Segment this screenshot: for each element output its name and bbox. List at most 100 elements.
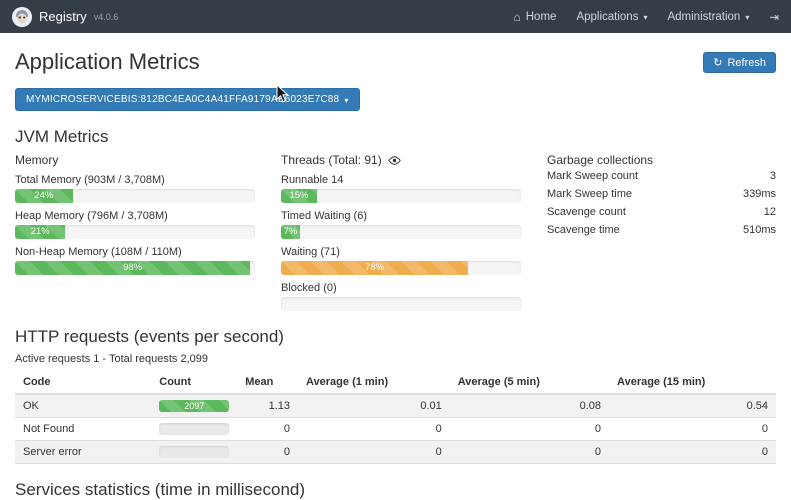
table-header-row: Code Count Mean Average (1 min) Average … [15, 371, 776, 394]
gc-label: Mark Sweep count [547, 170, 638, 182]
avg15-cell: 0 [609, 441, 776, 464]
sign-out-icon[interactable]: ⇥ [769, 10, 779, 24]
table-row: Not Found 0 0 0 0 [15, 418, 776, 441]
progress-fill: 2097 [159, 400, 229, 412]
progress-track: 21% [15, 225, 255, 239]
table-row: OK 2097 1.13 0.01 0.08 0.54 [15, 394, 776, 418]
progress-track [281, 297, 521, 311]
services-statistics-title: Services statistics (time in millisecond… [15, 480, 776, 500]
progress-fill: 78% [281, 261, 468, 275]
metric-nonheap-memory: Non-Heap Memory (108M / 110M) 98% [15, 246, 255, 275]
registry-metrics-screen: Registry v4.0.6 ⌂ Home Applications ▾ Ad… [0, 0, 791, 500]
metric-timed-waiting: Timed Waiting (6) 7% [281, 210, 521, 239]
metric-label: Non-Heap Memory (108M / 110M) [15, 246, 255, 258]
nav-home[interactable]: ⌂ Home [514, 10, 557, 24]
progress-track: 24% [15, 189, 255, 203]
metric-label: Timed Waiting (6) [281, 210, 521, 222]
metric-label: Heap Memory (796M / 3,708M) [15, 210, 255, 222]
navbar-menu: ⌂ Home Applications ▾ Administration ▾ ⇥ [514, 10, 780, 24]
progress-track: 15% [281, 189, 521, 203]
avg15-cell: 0 [609, 418, 776, 441]
eye-icon[interactable] [388, 156, 401, 165]
brand-link[interactable]: Registry v4.0.6 [12, 7, 118, 27]
refresh-icon: ↻ [713, 56, 722, 69]
progress-fill: 24% [15, 189, 73, 203]
nav-administration-label: Administration [667, 11, 740, 23]
progress-track: 2097 [159, 400, 229, 412]
column-header: Count [151, 371, 237, 394]
gc-value: 339ms [743, 188, 776, 200]
memory-column: Memory Total Memory (903M / 3,708M) 24% … [15, 153, 255, 311]
progress-track [159, 446, 229, 458]
gc-title: Garbage collections [547, 153, 776, 167]
metric-label: Runnable 14 [281, 174, 521, 186]
threads-column: Threads (Total: 91) Runnable 14 15% [281, 153, 521, 311]
refresh-label: Refresh [727, 57, 766, 69]
registry-logo-icon [12, 7, 32, 27]
avg1-cell: 0 [298, 418, 450, 441]
avg15-cell: 0.54 [609, 394, 776, 418]
threads-title: Threads (Total: 91) [281, 153, 382, 167]
chevron-down-icon: ▾ [745, 13, 749, 22]
gc-label: Scavenge time [547, 224, 620, 236]
count-cell [151, 441, 237, 464]
metric-waiting: Waiting (71) 78% [281, 246, 521, 275]
gc-row: Scavenge time 510ms [547, 221, 776, 239]
progress-fill: 7% [281, 225, 300, 239]
metric-total-memory: Total Memory (903M / 3,708M) 24% [15, 174, 255, 203]
mean-cell: 0 [237, 418, 298, 441]
refresh-button[interactable]: ↻ Refresh [703, 52, 776, 73]
progress-fill: 15% [281, 189, 317, 203]
code-cell: Not Found [15, 418, 151, 441]
home-icon: ⌂ [514, 10, 521, 24]
metric-label: Waiting (71) [281, 246, 521, 258]
gc-row: Scavenge count 12 [547, 203, 776, 221]
metric-label: Blocked (0) [281, 282, 521, 294]
nav-home-label: Home [526, 11, 557, 23]
column-header: Average (15 min) [609, 371, 776, 394]
column-header: Mean [237, 371, 298, 394]
avg1-cell: 0 [298, 441, 450, 464]
code-cell: OK [15, 394, 151, 418]
gc-column: Garbage collections Mark Sweep count 3 M… [547, 153, 776, 311]
metric-runnable: Runnable 14 15% [281, 174, 521, 203]
count-cell: 2097 [151, 394, 237, 418]
progress-track: 7% [281, 225, 521, 239]
main-content: Application Metrics ↻ Refresh MYMICROSER… [0, 33, 791, 500]
avg5-cell: 0.08 [450, 394, 609, 418]
column-header: Average (1 min) [298, 371, 450, 394]
column-header: Code [15, 371, 151, 394]
progress-fill: 98% [15, 261, 250, 275]
count-cell [151, 418, 237, 441]
nav-applications[interactable]: Applications ▾ [576, 11, 647, 23]
avg5-cell: 0 [450, 441, 609, 464]
instance-selector-label: MYMICROSERVICEBIS:812BC4EA0C4A41FFA9179A… [26, 94, 339, 105]
avg5-cell: 0 [450, 418, 609, 441]
brand-name: Registry [39, 9, 87, 24]
jvm-metrics-title: JVM Metrics [15, 127, 776, 147]
http-requests-subtitle: Active requests 1 - Total requests 2,099 [15, 353, 776, 365]
gc-value: 12 [764, 206, 776, 218]
chevron-down-icon: ▾ [643, 13, 647, 22]
gc-value: 510ms [743, 224, 776, 236]
brand-version: v4.0.6 [94, 12, 119, 22]
table-row: Server error 0 0 0 0 [15, 441, 776, 464]
avg1-cell: 0.01 [298, 394, 450, 418]
metric-blocked: Blocked (0) [281, 282, 521, 311]
metric-label: Total Memory (903M / 3,708M) [15, 174, 255, 186]
http-requests-title: HTTP requests (events per second) [15, 327, 776, 347]
progress-fill: 21% [15, 225, 65, 239]
instance-selector-dropdown[interactable]: MYMICROSERVICEBIS:812BC4EA0C4A41FFA9179A… [15, 88, 360, 111]
mean-cell: 0 [237, 441, 298, 464]
progress-track [159, 423, 229, 435]
progress-track: 78% [281, 261, 521, 275]
chevron-down-icon: ▾ [344, 96, 348, 105]
gc-row: Mark Sweep count 3 [547, 167, 776, 185]
nav-administration[interactable]: Administration ▾ [667, 11, 749, 23]
progress-track: 98% [15, 261, 255, 275]
mean-cell: 1.13 [237, 394, 298, 418]
gc-label: Scavenge count [547, 206, 626, 218]
top-navbar: Registry v4.0.6 ⌂ Home Applications ▾ Ad… [0, 0, 791, 33]
metric-heap-memory: Heap Memory (796M / 3,708M) 21% [15, 210, 255, 239]
gc-row: Mark Sweep time 339ms [547, 185, 776, 203]
